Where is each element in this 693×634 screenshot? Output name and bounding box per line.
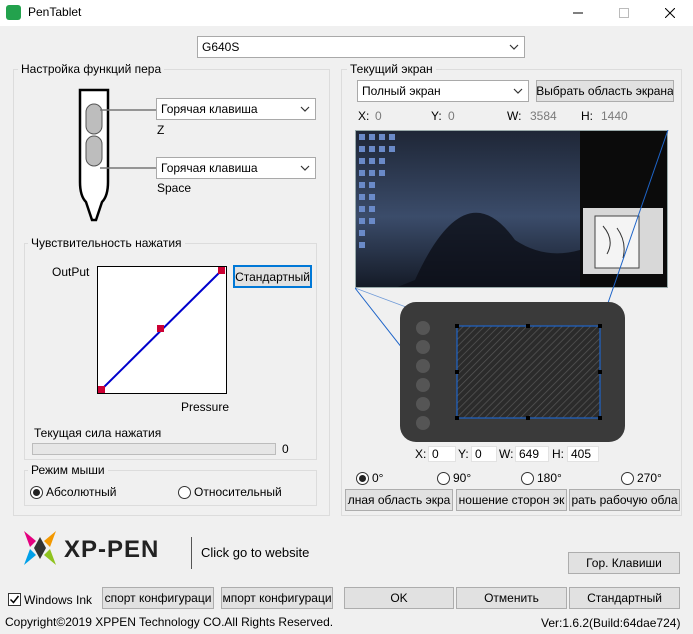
tablet-h-field[interactable]: 405 [567, 446, 599, 462]
chevron-down-icon [509, 44, 519, 50]
pen-settings-label: Настройка функций пера [18, 62, 165, 76]
website-link[interactable]: Click go to website [201, 545, 309, 560]
device-select-value: G640S [202, 40, 240, 54]
close-icon [665, 8, 675, 18]
xp-pen-logo-icon[interactable] [20, 527, 60, 569]
restore-defaults-button[interactable]: Стандартный [569, 587, 680, 609]
close-button[interactable] [647, 0, 693, 26]
device-select[interactable]: G640S [197, 36, 525, 58]
choose-screen-area-button[interactable]: Выбрать область экрана [536, 80, 674, 102]
pen-upper-key-label: Z [157, 123, 165, 137]
maximize-button[interactable] [601, 0, 647, 26]
rotation-0-label: 0° [372, 471, 384, 485]
pressure-axis-label: Pressure [181, 400, 230, 414]
pressure-group-label: Чувствительность нажатия [28, 236, 185, 250]
checkmark-icon [9, 595, 20, 604]
copyright-text: Copyright©2019 XPPEN Technology CO.All R… [5, 615, 334, 629]
tablet-w-label: W: [499, 447, 514, 461]
rotation-180-radio[interactable] [521, 472, 534, 485]
screen-select-value: Полный экран [362, 84, 441, 98]
xp-pen-logo-text[interactable]: XP-PEN [64, 536, 159, 564]
screen-y-label: Y: [431, 109, 442, 123]
output-axis-label: OutPut [52, 265, 90, 279]
rotation-0-radio[interactable] [356, 472, 369, 485]
chevron-down-icon [513, 88, 523, 94]
ok-button[interactable]: OK [344, 587, 454, 609]
full-area-button[interactable]: лная область экра [345, 489, 453, 511]
screen-x-value: 0 [375, 109, 382, 123]
rotation-90-label: 90° [453, 471, 472, 485]
tablet-w-field[interactable]: 649 [515, 446, 549, 462]
absolute-mode-radio[interactable] [30, 486, 43, 499]
pen-lower-key-label: Space [157, 181, 192, 195]
version-text: Ver:1.6.2(Build:64dae724) [541, 616, 681, 630]
screen-mapping-preview[interactable] [355, 130, 671, 446]
screen-select[interactable]: Полный экран [357, 80, 529, 102]
minimize-icon [573, 12, 583, 14]
relative-mode-radio[interactable] [178, 486, 191, 499]
aspect-ratio-button[interactable]: ношение сторон эк [456, 489, 567, 511]
maximize-icon [619, 8, 629, 18]
pen-lower-button-select[interactable]: Горячая клавиша [156, 157, 316, 179]
mouse-mode-label: Режим мыши [28, 463, 108, 477]
tablet-active-area[interactable] [456, 325, 601, 419]
tablet-y-label: Y: [458, 447, 469, 461]
pen-upper-button-select[interactable]: Горячая клавиша [156, 98, 316, 120]
curve-point-start[interactable] [98, 386, 105, 393]
rotation-90-radio[interactable] [437, 472, 450, 485]
screen-h-value: 1440 [601, 109, 628, 123]
screen-x-label: X: [358, 109, 370, 123]
current-pressure-bar [32, 443, 276, 455]
rotation-180-label: 180° [537, 471, 562, 485]
pressure-curve-editor[interactable] [97, 266, 227, 394]
screen-group-label: Текущий экран [347, 62, 436, 76]
select-work-area-button[interactable]: рать рабочую обла [569, 489, 680, 511]
cancel-button[interactable]: Отменить [456, 587, 567, 609]
export-config-button[interactable]: спорт конфигураци [102, 587, 214, 609]
current-pressure-label: Текущая сила нажатия [34, 426, 162, 440]
screen-w-value: 3584 [530, 109, 557, 123]
pen-lower-select-value: Горячая клавиша [161, 161, 258, 175]
screen-w-label: W: [507, 109, 522, 123]
rotation-270-radio[interactable] [621, 472, 634, 485]
pen-illustration [78, 88, 156, 222]
minimize-button[interactable] [555, 0, 601, 26]
curve-point-end[interactable] [218, 267, 225, 274]
import-config-button[interactable]: мпорт конфигураци [221, 587, 333, 609]
hotkeys-button[interactable]: Гор. Клавиши [568, 552, 680, 574]
pentablet-app-icon [6, 5, 21, 20]
tablet-illustration [400, 302, 625, 442]
pen-upper-select-value: Горячая клавиша [161, 102, 258, 116]
screen-y-value: 0 [448, 109, 455, 123]
absolute-mode-label: Абсолютный [46, 485, 117, 499]
windows-ink-checkbox[interactable] [8, 593, 21, 606]
current-pressure-value: 0 [282, 442, 289, 456]
rotation-270-label: 270° [637, 471, 662, 485]
windows-ink-label: Windows Ink [24, 593, 93, 607]
tablet-x-field[interactable]: 0 [428, 446, 456, 462]
window-title: PenTablet [28, 5, 82, 19]
tablet-h-label: H: [552, 447, 564, 461]
tablet-x-label: X: [415, 447, 427, 461]
relative-mode-label: Относительный [194, 485, 282, 499]
pressure-standard-button[interactable]: Стандартный [233, 265, 312, 288]
logo-divider [191, 537, 192, 569]
screen-h-label: H: [581, 109, 593, 123]
chevron-down-icon [300, 106, 310, 112]
chevron-down-icon [300, 165, 310, 171]
curve-point-mid[interactable] [157, 325, 164, 332]
tablet-y-field[interactable]: 0 [471, 446, 497, 462]
